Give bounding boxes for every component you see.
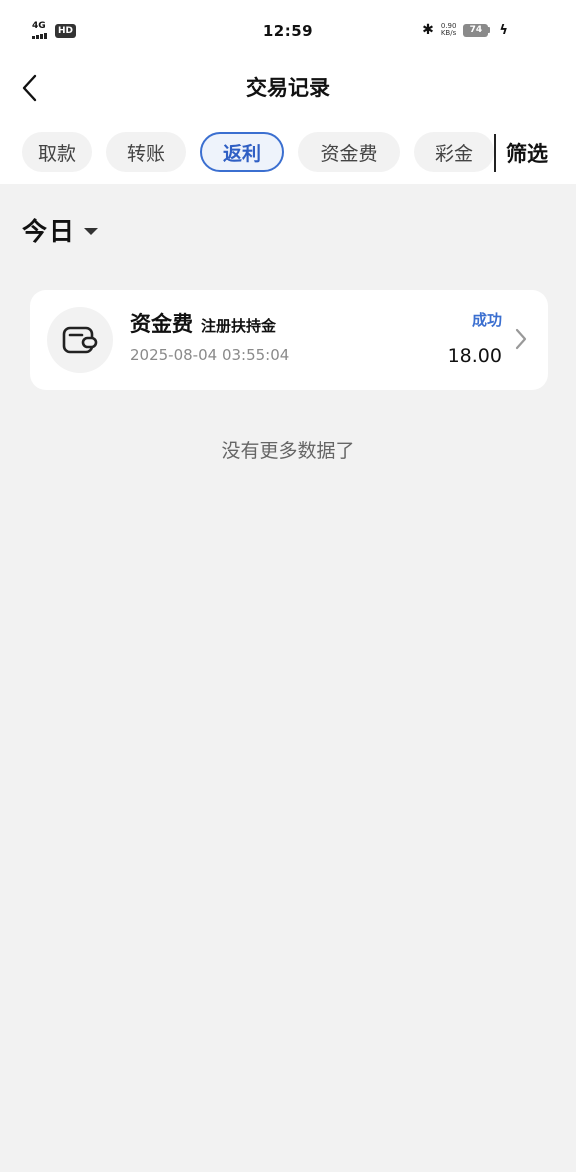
date-filter[interactable]: 今日: [22, 212, 99, 248]
charging-icon: ϟ: [499, 22, 508, 38]
tab-transfer[interactable]: 转账: [106, 132, 186, 172]
caret-down-icon: [84, 228, 99, 235]
tab-rebate[interactable]: 返利: [200, 132, 284, 172]
tab-withdraw[interactable]: 取款: [22, 132, 92, 172]
date-filter-label: 今日: [22, 217, 77, 246]
bluetooth-icon: ✱: [422, 22, 434, 38]
no-more-data-text: 没有更多数据了: [221, 440, 355, 462]
header: 交易记录: [0, 64, 576, 112]
tab-bar: 取款 转账 返利 资金费 彩金 筛选: [0, 132, 576, 172]
filter-button[interactable]: 筛选: [506, 138, 548, 168]
tab-divider: [494, 134, 496, 172]
record-icon-container: [47, 307, 113, 373]
chevron-right-icon: [515, 328, 527, 350]
top-area: 4G HD 12:59 ✱ 0.90 KB/s 74 ϟ 交易记录 取款 转账 …: [0, 0, 576, 184]
status-right: ✱ 0.90 KB/s 74 ϟ: [422, 22, 508, 38]
tab-bonus[interactable]: 彩金: [414, 132, 494, 172]
record-description: 注册扶持金: [201, 317, 277, 335]
page-title: 交易记录: [246, 76, 330, 100]
record-timestamp: 2025-08-04 03:55:04: [130, 346, 290, 364]
record-status: 成功: [471, 311, 502, 329]
battery-level: 74: [463, 23, 489, 37]
wallet-icon: [62, 326, 98, 354]
record-title-row: 资金费 注册扶持金: [130, 308, 276, 338]
tab-funding-fee[interactable]: 资金费: [298, 132, 400, 172]
status-bar: 4G HD 12:59 ✱ 0.90 KB/s 74 ϟ: [0, 0, 576, 64]
record-type: 资金费: [130, 312, 193, 336]
record-amount: 18.00: [447, 345, 502, 367]
network-speed: 0.90 KB/s: [441, 23, 457, 37]
speed-unit: KB/s: [440, 29, 457, 37]
record-card[interactable]: 资金费 注册扶持金 2025-08-04 03:55:04 成功 18.00: [30, 290, 548, 390]
battery-icon: 74: [463, 23, 491, 37]
battery-tip: [488, 27, 491, 33]
